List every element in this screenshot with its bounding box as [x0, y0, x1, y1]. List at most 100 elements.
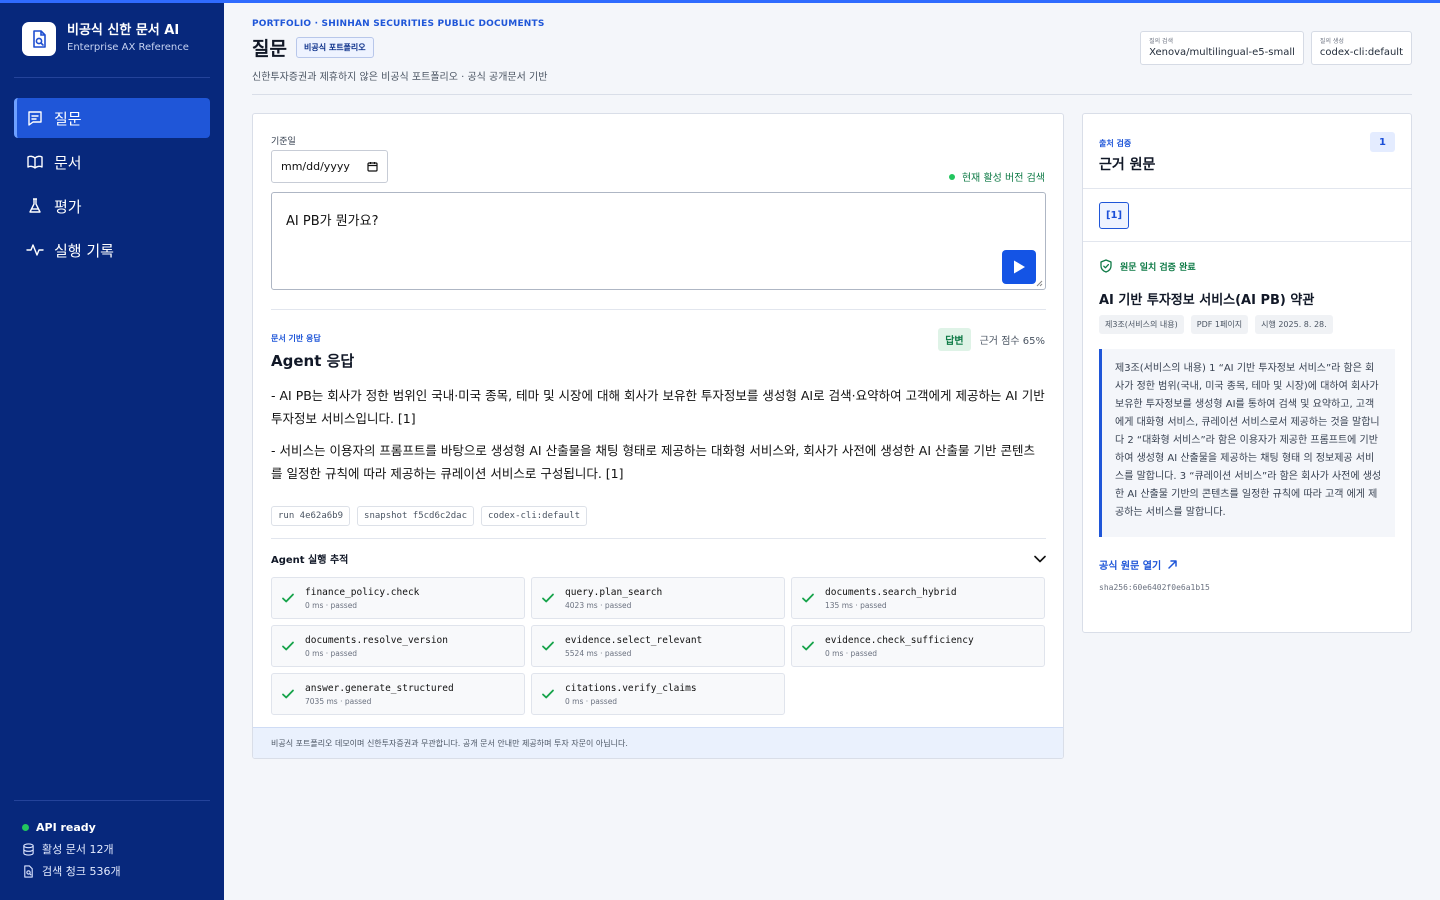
answer-eyebrow: 문서 기반 응답: [271, 334, 321, 343]
section-divider: [1083, 188, 1411, 189]
check-icon: [282, 593, 294, 603]
trace-step: documents.search_hybrid 135 ms · passed: [791, 577, 1045, 619]
api-status: API ready: [22, 816, 121, 838]
chat-icon: [28, 111, 42, 126]
answer-status-badge: 답변: [938, 328, 971, 351]
trace-step: query.plan_search 4023 ms · passed: [531, 577, 785, 619]
sidebar-status: API ready 활성 문서 12개 검색 청크 536개: [22, 816, 121, 882]
page-header: PORTFOLIO · SHINHAN SECURITIES PUBLIC DO…: [252, 14, 1412, 95]
top-accent-bar: [0, 0, 1440, 3]
generation-model-chip: 질의 생성 codex-cli:default: [1310, 31, 1412, 65]
page-description: 신한투자증권과 제휴하지 않은 비공식 포트폴리오 · 공식 공개문서 기반: [252, 72, 548, 83]
answer-title: Agent 응답: [271, 352, 355, 370]
run-id-tag: run 4e62a6b9: [271, 506, 351, 526]
brand-title: 비공식 신한 문서 AI: [67, 23, 180, 38]
sidebar-divider: [14, 800, 210, 801]
date-placeholder: mm/dd/yyyy: [281, 160, 350, 173]
verification-status: 원문 일치 검증 완료: [1099, 259, 1196, 273]
unofficial-badge: 비공식 포트폴리오: [295, 37, 374, 58]
chevron-down-icon[interactable]: [1034, 555, 1046, 563]
sidebar-item-label: 실행 기록: [54, 241, 114, 260]
citation-tab[interactable]: [1]: [1099, 202, 1129, 229]
answer-meta: 답변 근거 점수 65%: [938, 328, 1045, 351]
trace-step: documents.resolve_version 0 ms · passed: [271, 625, 525, 667]
model-tag: codex-cli:default: [480, 506, 588, 526]
chunk-status: 검색 청크 536개: [22, 860, 121, 882]
check-icon: [542, 641, 554, 651]
active-version-search: 현재 활성 버전 검색: [948, 169, 1045, 184]
page-title: 질문: [252, 38, 287, 60]
sidebar-item-evaluation[interactable]: 평가: [14, 186, 210, 226]
source-quote: 제3조(서비스의 내용) 1 “AI 기반 투자정보 서비스”라 함은 회사가 …: [1099, 349, 1395, 537]
evidence-eyebrow: 출처 검증: [1099, 139, 1132, 148]
section-divider: [271, 538, 1046, 539]
trace-step: evidence.check_sufficiency 0 ms · passed: [791, 625, 1045, 667]
check-icon: [282, 641, 294, 651]
sidebar-nav: 질문 문서 평가 실행 기록: [14, 98, 210, 274]
resize-handle-icon[interactable]: [1036, 280, 1043, 287]
sidebar-item-label: 평가: [54, 197, 82, 216]
source-tags: 제3조(서비스의 내용) PDF 1페이지 시행 2025. 8. 28.: [1099, 315, 1340, 334]
trace-toggle[interactable]: Agent 실행 추적: [271, 551, 1046, 566]
shield-check-icon: [1100, 259, 1112, 273]
status-dot: [22, 823, 29, 831]
section-divider: [1083, 241, 1411, 242]
activity-icon: [26, 244, 44, 256]
sidebar-item-label: 문서: [54, 153, 82, 172]
answer-paragraph: - AI PB는 회사가 정한 범위인 국내·미국 종목, 테마 및 시장에 대…: [271, 388, 1045, 426]
trace-step: evidence.select_relevant 5524 ms · passed: [531, 625, 785, 667]
reference-date-input[interactable]: mm/dd/yyyy: [271, 150, 388, 183]
evidence-card: 출처 검증 근거 원문 1 [1] 원문 일치 검증 완료 AI 기반 투자정보…: [1082, 113, 1412, 633]
embedding-model-chip: 질의 검색 Xenova/multilingual-e5-small: [1140, 31, 1304, 65]
answer-body: - AI PB는 회사가 정한 범위인 국내·미국 종목, 테마 및 시장에 대…: [271, 384, 1046, 494]
snapshot-tag: snapshot f5cd6c2dac: [357, 506, 474, 526]
file-search-icon: [24, 864, 33, 878]
brand: 비공식 신한 문서 AI Enterprise AX Reference: [22, 22, 189, 56]
trace-step: finance_policy.check 0 ms · passed: [271, 577, 525, 619]
active-docs-status: 활성 문서 12개: [22, 838, 121, 860]
section-divider: [271, 309, 1046, 310]
effective-date-tag: 시행 2025. 8. 28.: [1255, 315, 1333, 334]
answer-paragraph: - 서비스는 이용자의 프롬프트를 바탕으로 생성형 AI 산출물을 채팅 형태…: [271, 443, 1035, 481]
flask-icon: [29, 198, 41, 213]
brand-subtitle: Enterprise AX Reference: [67, 42, 189, 53]
query-card: 기준일 mm/dd/yyyy 현재 활성 버전 검색 AI PB가 뭔가요? 문…: [252, 113, 1064, 759]
submit-button[interactable]: [1002, 250, 1036, 284]
trace-title: Agent 실행 추적: [271, 555, 349, 566]
evidence-header: 출처 검증 근거 원문: [1099, 138, 1155, 174]
evidence-title: 근거 원문: [1099, 157, 1156, 173]
check-icon: [802, 641, 814, 651]
evidence-score: 근거 점수 65%: [979, 336, 1045, 347]
article-tag: 제3조(서비스의 내용): [1099, 315, 1184, 334]
play-icon: [1014, 260, 1025, 274]
disclaimer: 비공식 포트폴리오 데모이며 신한투자증권과 무관합니다. 공개 문서 안내만 …: [253, 727, 1063, 758]
sidebar-divider: [14, 77, 210, 78]
sidebar-item-documents[interactable]: 문서: [14, 142, 210, 182]
check-icon: [282, 689, 294, 699]
evidence-count-badge: 1: [1370, 132, 1395, 152]
run-tags: run 4e62a6b9 snapshot f5cd6c2dac codex-c…: [271, 506, 594, 526]
external-link-icon: [1168, 560, 1177, 569]
document-search-icon: [22, 22, 56, 56]
database-icon: [23, 842, 34, 856]
question-textarea[interactable]: AI PB가 뭔가요?: [271, 192, 1046, 290]
open-source-link[interactable]: 공식 원문 열기: [1099, 557, 1178, 572]
sidebar-item-question[interactable]: 질문: [14, 98, 210, 138]
check-icon: [542, 689, 554, 699]
check-icon: [542, 593, 554, 603]
breadcrumb: PORTFOLIO · SHINHAN SECURITIES PUBLIC DO…: [252, 19, 545, 29]
source-hash: sha256:60e6402f0e6a1b15: [1099, 583, 1210, 592]
trace-step: answer.generate_structured 7035 ms · pass…: [271, 673, 525, 715]
book-icon: [27, 155, 43, 169]
source-document-title: AI 기반 투자정보 서비스(AI PB) 약관: [1099, 293, 1315, 308]
question-text[interactable]: AI PB가 뭔가요?: [286, 210, 379, 229]
sidebar-item-run-history[interactable]: 실행 기록: [14, 230, 210, 270]
sidebar-item-label: 질문: [54, 109, 82, 128]
page-tag: PDF 1페이지: [1190, 315, 1249, 334]
sidebar: 비공식 신한 문서 AI Enterprise AX Reference 질문 …: [0, 0, 224, 900]
date-label: 기준일: [271, 137, 296, 147]
trace-step: citations.verify_claims 0 ms · passed: [531, 673, 785, 715]
check-icon: [802, 593, 814, 603]
status-dot: [948, 173, 955, 180]
calendar-icon[interactable]: [367, 161, 378, 172]
